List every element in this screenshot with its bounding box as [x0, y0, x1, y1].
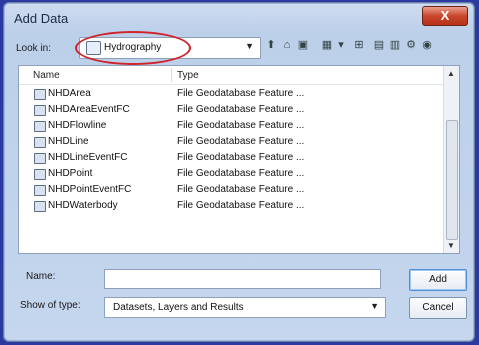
- list-item[interactable]: NHDLine File Geodatabase Feature ...: [19, 134, 439, 150]
- list-item[interactable]: NHDArea File Geodatabase Feature ...: [19, 86, 439, 102]
- polygon-feature-icon: [34, 105, 46, 116]
- item-type: File Geodatabase Feature ...: [177, 200, 305, 211]
- polygon-feature-icon: [34, 201, 46, 212]
- item-name: NHDFlowline: [48, 120, 107, 131]
- list-item[interactable]: NHDPoint File Geodatabase Feature ...: [19, 166, 439, 182]
- item-type: File Geodatabase Feature ...: [177, 184, 305, 195]
- gear-icon[interactable]: ⚙: [404, 38, 418, 52]
- item-name: NHDLine: [48, 136, 89, 147]
- item-name: NHDPointEventFC: [48, 184, 132, 195]
- list-item[interactable]: NHDWaterbody File Geodatabase Feature ..…: [19, 198, 439, 214]
- scroll-thumb[interactable]: [446, 120, 458, 240]
- globe-icon[interactable]: ◉: [420, 38, 434, 52]
- item-type: File Geodatabase Feature ...: [177, 104, 305, 115]
- connect-folder-icon[interactable]: ⊞: [352, 38, 366, 52]
- column-divider[interactable]: [171, 68, 172, 82]
- view-icon[interactable]: ▦: [320, 38, 334, 52]
- line-feature-icon: [34, 121, 46, 132]
- new-icon[interactable]: ▤: [372, 38, 386, 52]
- item-name: NHDLineEventFC: [48, 152, 128, 163]
- chevron-down-icon: ▼: [370, 301, 379, 311]
- column-header-type[interactable]: Type: [177, 70, 199, 81]
- file-list[interactable]: Name Type NHDArea File Geodatabase Featu…: [18, 65, 460, 254]
- show-type-select[interactable]: Datasets, Layers and Results ▼: [104, 297, 386, 318]
- name-label: Name:: [26, 271, 56, 282]
- item-type: File Geodatabase Feature ...: [177, 120, 305, 131]
- title-bar: Add Data X: [4, 3, 474, 33]
- point-feature-icon: [34, 185, 46, 196]
- add-data-dialog: Add Data X Look in: Hydrography ▼ ⬆ ⌂ ▣ …: [3, 2, 475, 342]
- dropdown-icon[interactable]: ▾: [334, 38, 348, 52]
- add-button[interactable]: Add: [409, 269, 467, 291]
- line-feature-icon: [34, 153, 46, 164]
- item-type: File Geodatabase Feature ...: [177, 168, 305, 179]
- list-item[interactable]: NHDPointEventFC File Geodatabase Feature…: [19, 182, 439, 198]
- list-header: Name Type: [19, 66, 459, 85]
- cancel-button[interactable]: Cancel: [409, 297, 467, 319]
- item-name: NHDPoint: [48, 168, 93, 179]
- scroll-down-icon[interactable]: ▼: [447, 241, 455, 250]
- show-type-label: Show of type:: [20, 300, 81, 311]
- highlight-ellipse: [75, 31, 191, 65]
- look-in-label: Look in:: [16, 43, 52, 54]
- item-type: File Geodatabase Feature ...: [177, 152, 305, 163]
- item-type: File Geodatabase Feature ...: [177, 88, 305, 99]
- list-item[interactable]: NHDFlowline File Geodatabase Feature ...: [19, 118, 439, 134]
- name-field[interactable]: [104, 269, 381, 289]
- polygon-feature-icon: [34, 89, 46, 100]
- home-icon[interactable]: ⌂: [280, 38, 294, 52]
- dialog-title: Add Data: [14, 11, 69, 26]
- scroll-up-icon[interactable]: ▲: [447, 69, 455, 78]
- show-type-value: Datasets, Layers and Results: [113, 302, 244, 313]
- point-feature-icon: [34, 169, 46, 180]
- column-header-name[interactable]: Name: [33, 70, 60, 81]
- line-feature-icon: [34, 137, 46, 148]
- chevron-down-icon: ▼: [245, 41, 254, 51]
- list-scrollbar[interactable]: ▲ ▼: [443, 66, 459, 253]
- up-level-icon[interactable]: ⬆: [264, 38, 278, 52]
- item-name: NHDAreaEventFC: [48, 104, 130, 115]
- list-item[interactable]: NHDLineEventFC File Geodatabase Feature …: [19, 150, 439, 166]
- list-item[interactable]: NHDAreaEventFC File Geodatabase Feature …: [19, 102, 439, 118]
- options-icon[interactable]: ▥: [388, 38, 402, 52]
- item-type: File Geodatabase Feature ...: [177, 136, 305, 147]
- catalog-icon[interactable]: ▣: [296, 38, 310, 52]
- item-name: NHDWaterbody: [48, 200, 118, 211]
- close-button[interactable]: X: [422, 6, 468, 26]
- item-name: NHDArea: [48, 88, 91, 99]
